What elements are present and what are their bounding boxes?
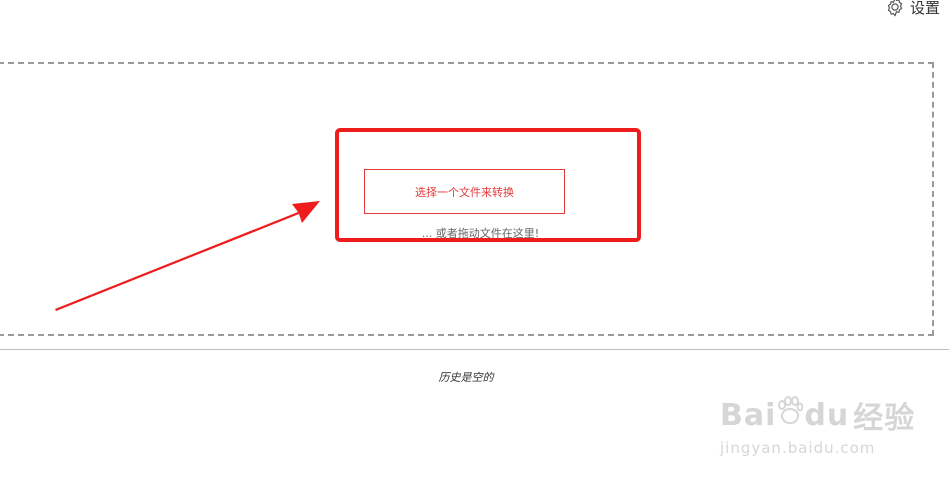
page: 设置 选择一个文件来转换 ... 或者拖动文件在这里! 历史是空的 Bai du… xyxy=(0,0,949,496)
section-divider xyxy=(0,349,949,350)
watermark-logo: Bai du 经验 xyxy=(720,396,916,436)
baidu-watermark: Bai du 经验 jingyan.baidu.com xyxy=(720,393,915,457)
history-empty-text: 历史是空的 xyxy=(438,371,494,384)
watermark-url: jingyan.baidu.com xyxy=(720,439,876,457)
paw-icon xyxy=(777,396,804,434)
